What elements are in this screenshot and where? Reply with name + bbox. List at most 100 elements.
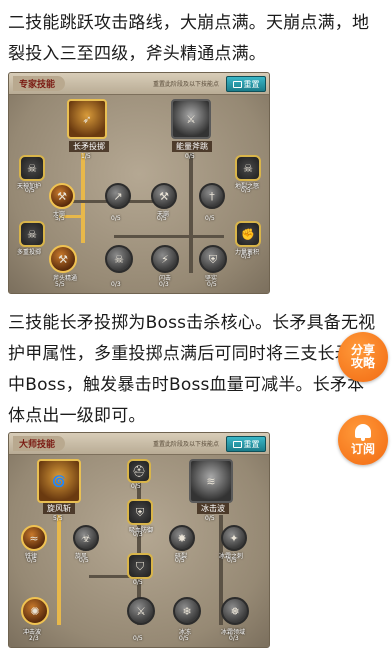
skill-level: 0/5 [205, 515, 215, 522]
skill-node[interactable]: ✸ [169, 525, 195, 551]
fist-icon: ✊ [241, 227, 255, 241]
share-label-line2: 攻略 [350, 356, 375, 370]
skill-name: 能量斧跳 [172, 141, 212, 152]
skill-level: 0/5 [175, 557, 185, 564]
skill-level: 0/5 [131, 483, 141, 490]
skill-level: 0/5 [79, 557, 89, 564]
skill-level: 0/5 [205, 215, 215, 222]
reset-button[interactable]: 重置 [226, 76, 266, 92]
bolt-icon: ⚡ [161, 252, 169, 266]
skull-icon: ☠ [114, 252, 124, 266]
skill-tree: ➶ 长矛投掷 1/5 ⚔ 能量斧跳 0/5 ☠ 天神加护 0/5 ⚒ 大崩 5/… [9, 95, 269, 293]
armor-icon: ⛨ [135, 505, 145, 519]
skill-whirlwind-slash[interactable]: 🌀 [37, 459, 81, 503]
freeze-icon: ❄ [182, 604, 192, 618]
skill-level: 0/5 [241, 187, 251, 194]
bell-icon [355, 423, 371, 441]
share-guide-button[interactable]: 分享 攻略 [338, 332, 388, 382]
skill-level: 0/5 [111, 215, 121, 222]
skill-level: 0/5 [133, 635, 143, 642]
article-paragraph-1: 二技能跳跃攻击路线，大崩点满。天崩点满，地裂投入三至四级，斧头精通点满。 [8, 13, 370, 64]
skill-ice-wave[interactable]: ≋ [189, 459, 233, 503]
article-paragraph-2: 三技能长矛投掷为Boss击杀核心。长矛具备无视护甲属性，多重投掷点满后可同时将三… [8, 313, 376, 426]
panel-header: 专家技能 重置此阶段及以下技能点 重置 [9, 73, 269, 95]
whirlwind-icon: 🌀 [52, 474, 66, 488]
expert-skill-panel: 专家技能 重置此阶段及以下技能点 重置 ➶ 长矛投掷 1/5 ⚔ 能量斧跳 0/… [8, 72, 270, 294]
skill-node[interactable]: ↗ [105, 183, 131, 209]
skill-level: 0/3 [241, 253, 251, 260]
skill-level: 5/5 [55, 281, 65, 288]
skill-node[interactable]: ☠ [105, 245, 133, 273]
skill-node[interactable]: ⚔ [127, 597, 155, 625]
reset-hint: 重置此阶段及以下技能点 [152, 81, 219, 88]
tv-icon [232, 440, 242, 448]
skill-level: 1/5 [81, 153, 91, 160]
skill-node[interactable]: ☠ [19, 221, 45, 247]
skill-name: 旋风斩 [43, 503, 75, 514]
skill-spear-throw[interactable]: ➶ [67, 99, 107, 139]
skill-level: 2/3 [29, 635, 39, 642]
skill-level: 0/3 [159, 281, 169, 288]
skill-node[interactable]: † [199, 183, 225, 209]
axe-icon: ⚔ [186, 112, 196, 126]
spear-icon: ➶ [82, 112, 92, 126]
skill-level: 0/3 [111, 281, 121, 288]
skill-name: 冰击波 [197, 503, 229, 514]
demon-icon: ☣ [81, 531, 91, 545]
skill-energy-axe-jump[interactable]: ⚔ [171, 99, 211, 139]
skill-level: 0/5 [179, 635, 189, 642]
shield-icon: ⛉ [135, 559, 145, 573]
skill-node[interactable]: ✊ [235, 221, 261, 247]
master-skill-panel: 大师技能 重置此阶段及以下技能点 重置 🌀 旋风斩 5/5 ≋ 冰击波 0/5 … [8, 432, 270, 648]
skull-icon: ☠ [243, 161, 253, 175]
skill-node[interactable]: ✦ [221, 525, 247, 551]
reset-label: 重置 [243, 439, 260, 449]
helmet-icon: ⛑ [132, 464, 146, 478]
skill-name: 多重投掷 [17, 249, 42, 256]
skill-node[interactable]: ☠ [235, 155, 261, 181]
spike-icon: ✦ [229, 531, 239, 545]
skill-node[interactable]: ❄ [173, 597, 201, 625]
axe-icon: ⚒ [58, 252, 68, 266]
skill-level: 0/5 [27, 557, 37, 564]
sword-icon: † [209, 189, 215, 203]
arrow-icon: ↗ [113, 189, 123, 203]
shield-icon: ⛨ [208, 252, 218, 266]
skill-level: 0/5 [157, 215, 167, 222]
skull-icon: ☠ [27, 161, 37, 175]
skill-node[interactable]: ❅ [221, 597, 249, 625]
panel-title: 专家技能 [13, 76, 66, 91]
wave-icon: ≋ [206, 474, 216, 488]
skill-level: 5/5 [55, 215, 65, 222]
reset-button[interactable]: 重置 [226, 436, 266, 452]
skill-node[interactable]: ≈ [21, 525, 47, 551]
skill-node[interactable]: ⛑ [127, 459, 151, 483]
skill-level: 0/5 [207, 281, 217, 288]
skill-level: 0/5 [185, 153, 195, 160]
subscribe-button[interactable]: 订阅 [338, 415, 388, 465]
skill-node[interactable]: ☣ [73, 525, 99, 551]
skill-node[interactable]: ⛨ [127, 499, 153, 525]
skill-level: 0/3 [133, 531, 143, 538]
reset-hint: 重置此阶段及以下技能点 [152, 441, 219, 448]
skill-node[interactable]: ⚒ [151, 183, 177, 209]
skill-tree: 🌀 旋风斩 5/5 ≋ 冰击波 0/5 ⛑ 0/5 ≈ 铁律 0/5 ☣ 旋风 … [9, 455, 269, 647]
skill-node[interactable]: ⛉ [127, 553, 153, 579]
skill-node[interactable]: ⚡ [151, 245, 179, 273]
skill-level: 5/5 [53, 515, 63, 522]
subscribe-label: 订阅 [350, 441, 375, 456]
frost-field-icon: ❅ [230, 604, 240, 618]
skill-name: 长矛投掷 [69, 141, 109, 152]
skill-node[interactable]: ⛨ [199, 245, 227, 273]
panel-title: 大师技能 [13, 436, 66, 451]
skill-node[interactable]: ☠ [19, 155, 45, 181]
skill-node[interactable]: ⚒ [49, 245, 77, 273]
skill-node[interactable]: ⚒ [49, 183, 75, 209]
skill-level: 0/5 [227, 557, 237, 564]
reset-label: 重置 [243, 79, 260, 89]
skill-level: 0/3 [229, 635, 239, 642]
shockwave-icon: ✺ [30, 604, 40, 618]
panel-header: 大师技能 重置此阶段及以下技能点 重置 [9, 433, 269, 455]
skill-node[interactable]: ✺ [21, 597, 49, 625]
shard-icon: ✸ [177, 531, 187, 545]
